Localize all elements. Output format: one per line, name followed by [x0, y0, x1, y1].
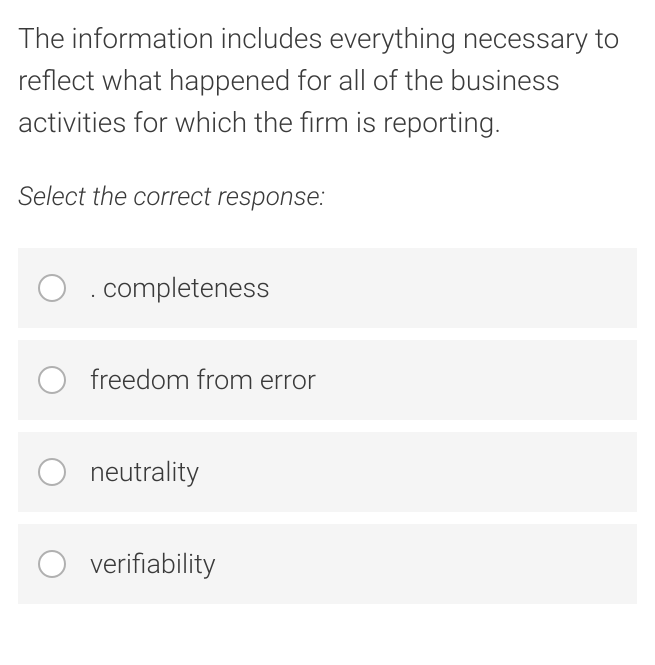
- option-completeness[interactable]: . completeness: [18, 248, 637, 328]
- option-verifiability[interactable]: verifiability: [18, 524, 637, 604]
- instruction-text: Select the correct response:: [18, 182, 637, 212]
- option-label: neutrality: [90, 456, 199, 488]
- radio-icon: [38, 366, 66, 394]
- radio-icon: [38, 458, 66, 486]
- radio-icon: [38, 274, 66, 302]
- option-freedom-from-error[interactable]: freedom from error: [18, 340, 637, 420]
- option-label: . completeness: [90, 272, 270, 304]
- radio-icon: [38, 550, 66, 578]
- option-label: freedom from error: [90, 364, 316, 396]
- option-label: verifiability: [90, 548, 216, 580]
- options-container: . completeness freedom from error neutra…: [18, 248, 637, 604]
- option-neutrality[interactable]: neutrality: [18, 432, 637, 512]
- question-text: The information includes everything nece…: [18, 18, 637, 144]
